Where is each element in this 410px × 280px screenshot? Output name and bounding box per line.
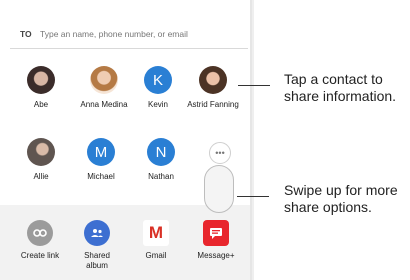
share-apps-bar: Create link Shared album M Gmail Message…: [0, 205, 250, 280]
contact-name: Michael: [87, 172, 115, 181]
contact-name: Allie: [33, 172, 49, 181]
contact-abe[interactable]: Abe: [8, 66, 74, 109]
create-link-button[interactable]: Create link: [12, 220, 68, 261]
share-sheet: TO Abe Anna Medina K Kevin Astrid Fannin…: [0, 0, 250, 280]
shared-album-icon: [84, 220, 110, 246]
avatar: N: [147, 138, 175, 166]
gmail-icon: M: [143, 220, 169, 246]
shared-album-button[interactable]: Shared album: [72, 220, 122, 271]
message-plus-icon: [203, 220, 229, 246]
app-label: Shared album: [84, 251, 110, 270]
link-icon: [27, 220, 53, 246]
callout-line: [238, 85, 270, 86]
contact-name: Astrid Fanning: [187, 100, 239, 109]
gmail-glyph: M: [148, 223, 164, 242]
contact-name: Nathan: [148, 172, 174, 181]
app-label: Message+: [197, 251, 235, 260]
contact-callout: Tap a contact to share information.: [284, 71, 397, 104]
avatar: [90, 66, 118, 94]
avatar: [199, 66, 227, 94]
to-label: TO: [20, 29, 32, 39]
contact-nathan[interactable]: N Nathan: [128, 138, 194, 181]
to-field-row: TO: [10, 22, 248, 49]
callout-line: [237, 196, 269, 197]
app-label: Create link: [20, 251, 60, 260]
avatar: K: [144, 66, 172, 94]
contact-astrid-fanning[interactable]: Astrid Fanning: [180, 66, 246, 109]
more-icon: •••: [209, 142, 231, 164]
swipe-callout: Swipe up for more share options.: [284, 182, 398, 215]
avatar: [27, 138, 55, 166]
avatar: M: [87, 138, 115, 166]
contact-michael[interactable]: M Michael: [68, 138, 134, 181]
avatar: [27, 66, 55, 94]
app-label: Gmail: [145, 251, 167, 260]
message-plus-button[interactable]: Message+: [188, 220, 244, 261]
recipient-input[interactable]: [40, 26, 245, 42]
contact-allie[interactable]: Allie: [8, 138, 74, 181]
swipe-up-gesture-indicator: [204, 165, 234, 213]
gmail-button[interactable]: M Gmail: [128, 220, 184, 261]
contact-name: Abe: [33, 100, 49, 109]
